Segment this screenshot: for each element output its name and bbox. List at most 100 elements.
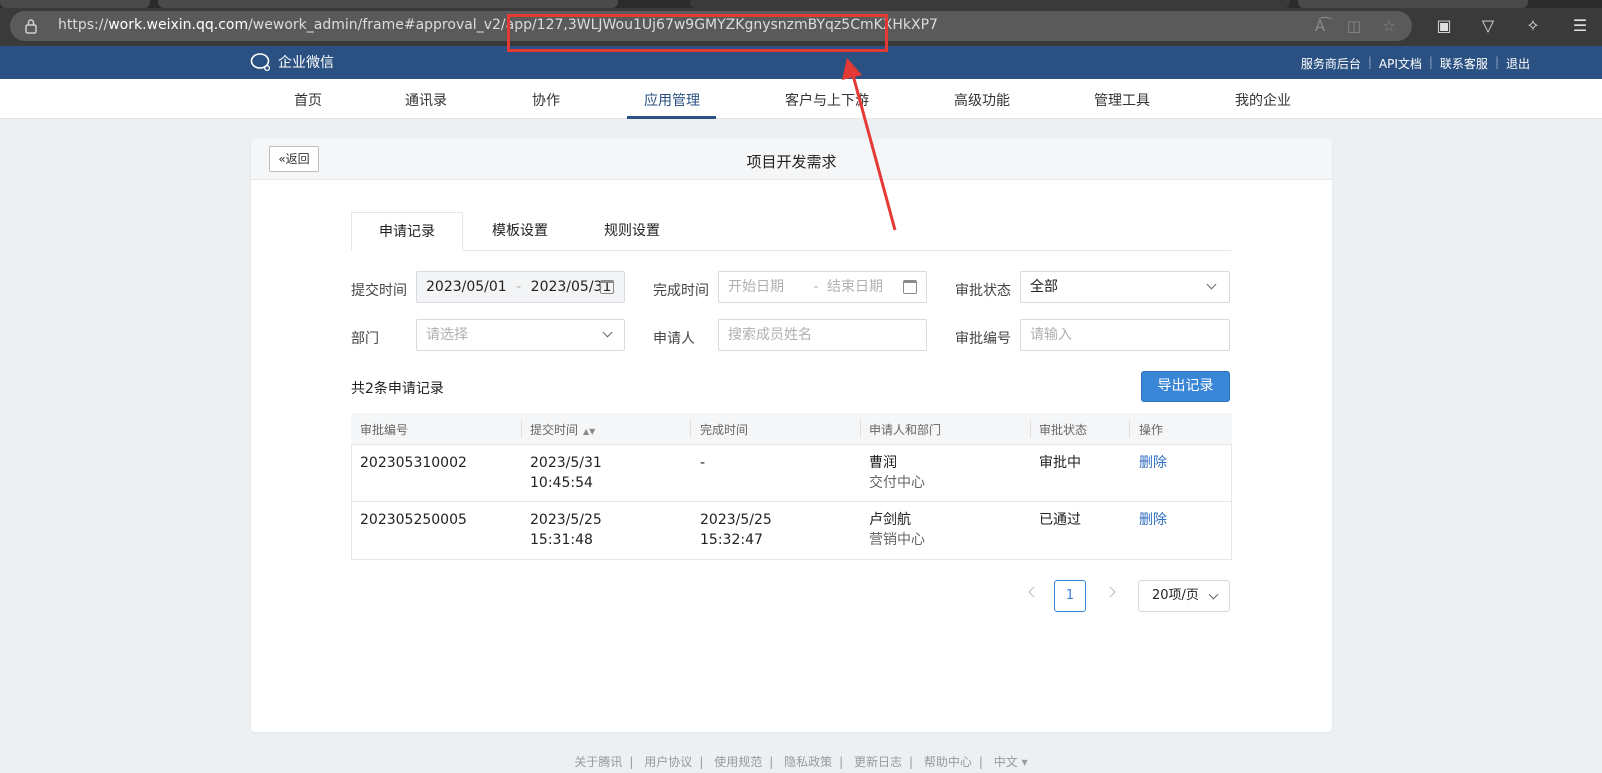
complete-date-range[interactable]: 开始日期 - 结束日期 xyxy=(718,271,927,303)
divider xyxy=(521,420,522,438)
header-link-api[interactable]: API文档 xyxy=(1379,55,1422,72)
tab-template[interactable]: 模板设置 xyxy=(475,212,565,251)
range-separator: - xyxy=(516,279,522,295)
logo[interactable]: 企业微信 xyxy=(250,52,334,72)
divider: | xyxy=(1494,55,1499,69)
cell-submit-date: 2023/5/31 xyxy=(530,455,602,471)
divider: | xyxy=(699,755,704,769)
status-label: 审批状态 xyxy=(955,283,1011,299)
cell-number: 202305310002 xyxy=(360,455,467,471)
extension-face-icon[interactable]: ▣ xyxy=(1432,14,1456,38)
divider xyxy=(860,420,861,438)
th-status: 审批状态 xyxy=(1039,423,1088,437)
export-button[interactable]: 导出记录 xyxy=(1141,371,1230,402)
table-header xyxy=(351,413,1232,445)
submit-start-date[interactable]: 2023/05/01 xyxy=(426,279,507,295)
cell-status: 审批中 xyxy=(1039,455,1081,471)
th-number: 审批编号 xyxy=(360,423,409,437)
cell-applicant-dept: 营销中心 xyxy=(869,532,925,548)
th-submit-time-label: 提交时间 xyxy=(530,423,579,437)
nav-item-collab[interactable]: 协作 xyxy=(532,90,560,110)
complete-end-date[interactable]: 结束日期 xyxy=(827,279,883,295)
cell-complete-date: - xyxy=(700,455,706,471)
sort-icon[interactable]: ▲▼ xyxy=(583,427,595,436)
record-count: 共2条申请记录 xyxy=(351,381,444,397)
dept-select[interactable]: 请选择 xyxy=(416,319,625,351)
cell-submit-time: 15:31:48 xyxy=(530,532,593,548)
favorite-icon[interactable]: ☆ xyxy=(1379,16,1399,36)
divider: | xyxy=(978,755,983,769)
browser-tab-active[interactable] xyxy=(690,0,1290,8)
divider: | xyxy=(769,755,774,769)
annotation-highlight-box xyxy=(507,14,888,52)
header-link-support[interactable]: 联系客服 xyxy=(1440,55,1488,72)
page-title: 项目开发需求 xyxy=(746,153,837,171)
logo-text: 企业微信 xyxy=(278,55,334,71)
applicant-label: 申请人 xyxy=(653,331,695,347)
split-screen-icon[interactable]: ◫ xyxy=(1344,16,1364,36)
nav-item-tools[interactable]: 管理工具 xyxy=(1094,90,1150,110)
footer-link[interactable]: 用户协议 xyxy=(644,755,692,769)
footer-link[interactable]: 使用规范 xyxy=(714,755,762,769)
tab-records[interactable]: 申请记录 xyxy=(351,212,463,251)
language-select[interactable]: 中文 ▾ xyxy=(994,755,1028,769)
divider: | xyxy=(908,755,914,769)
vivaldi-icon[interactable]: ▽ xyxy=(1476,14,1500,38)
collections-icon[interactable]: ☰ xyxy=(1568,14,1592,38)
footer-link[interactable]: 更新日志 xyxy=(854,755,902,769)
tab-rules[interactable]: 规则设置 xyxy=(587,212,677,251)
nav-item-advanced[interactable]: 高级功能 xyxy=(954,90,1010,110)
number-input[interactable]: 请输入 xyxy=(1020,319,1230,351)
applicant-search-input[interactable]: 搜索成员姓名 xyxy=(718,319,927,351)
page-number[interactable]: 1 xyxy=(1054,580,1086,612)
th-complete-time: 完成时间 xyxy=(700,423,749,437)
row-divider xyxy=(352,501,1231,502)
cell-status: 已通过 xyxy=(1039,512,1081,528)
divider xyxy=(1129,420,1130,438)
browser-tab[interactable] xyxy=(1298,0,1528,8)
range-separator: - xyxy=(813,279,819,295)
nav-item-contacts[interactable]: 通讯录 xyxy=(405,90,447,110)
browser-tab[interactable] xyxy=(158,0,618,8)
divider: | xyxy=(629,755,634,769)
cell-complete-time: 15:32:47 xyxy=(700,532,763,548)
page-size-value: 20项/页 xyxy=(1152,588,1199,603)
read-aloud-icon[interactable]: A͡ xyxy=(1310,16,1330,36)
nav-item-home[interactable]: 首页 xyxy=(294,90,322,110)
browser-tab[interactable] xyxy=(0,0,150,8)
th-submit-time[interactable]: 提交时间 ▲▼ xyxy=(530,421,595,438)
nav-item-apps[interactable]: 应用管理 xyxy=(644,90,700,110)
number-placeholder: 请输入 xyxy=(1030,327,1072,343)
nav-item-customers[interactable]: 客户与上下游 xyxy=(785,90,869,110)
status-select[interactable]: 全部 xyxy=(1020,271,1230,303)
url-prefix: https:// xyxy=(58,17,109,33)
divider: | xyxy=(839,755,844,769)
cell-applicant-dept: 交付中心 xyxy=(869,475,925,491)
footer-link[interactable]: 帮助中心 xyxy=(924,755,972,769)
header-link-logout[interactable]: 退出 xyxy=(1506,55,1530,72)
footer-link[interactable]: 隐私政策 xyxy=(784,755,832,769)
submit-date-range[interactable]: 2023/05/01 - 2023/05/31 xyxy=(416,271,625,303)
header-link-provider[interactable]: 服务商后台 xyxy=(1301,55,1361,72)
divider: | xyxy=(1428,55,1433,69)
puzzle-icon[interactable]: ✧ xyxy=(1521,14,1545,38)
nav-active-indicator xyxy=(627,116,716,119)
nav-item-my-company[interactable]: 我的企业 xyxy=(1235,90,1291,110)
calendar-icon[interactable] xyxy=(903,280,917,294)
delete-link[interactable]: 删除 xyxy=(1139,453,1167,473)
cell-number: 202305250005 xyxy=(360,512,467,528)
number-label: 审批编号 xyxy=(955,331,1011,347)
applicant-placeholder: 搜索成员姓名 xyxy=(728,327,812,343)
complete-time-label: 完成时间 xyxy=(653,283,709,299)
complete-start-date[interactable]: 开始日期 xyxy=(728,279,784,295)
url-domain: work.weixin.qq.com xyxy=(108,17,249,33)
dept-select-placeholder: 请选择 xyxy=(426,327,468,343)
delete-link[interactable]: 删除 xyxy=(1139,510,1167,530)
status-select-value: 全部 xyxy=(1030,279,1058,295)
header-links: 服务商后台 | API文档 | 联系客服 | 退出 xyxy=(1301,55,1530,72)
cell-applicant-name: 卢剑航 xyxy=(869,512,911,528)
footer-link[interactable]: 关于腾讯 xyxy=(574,755,622,769)
dept-label: 部门 xyxy=(351,331,379,347)
th-action: 操作 xyxy=(1139,423,1164,437)
calendar-icon[interactable] xyxy=(600,280,614,294)
